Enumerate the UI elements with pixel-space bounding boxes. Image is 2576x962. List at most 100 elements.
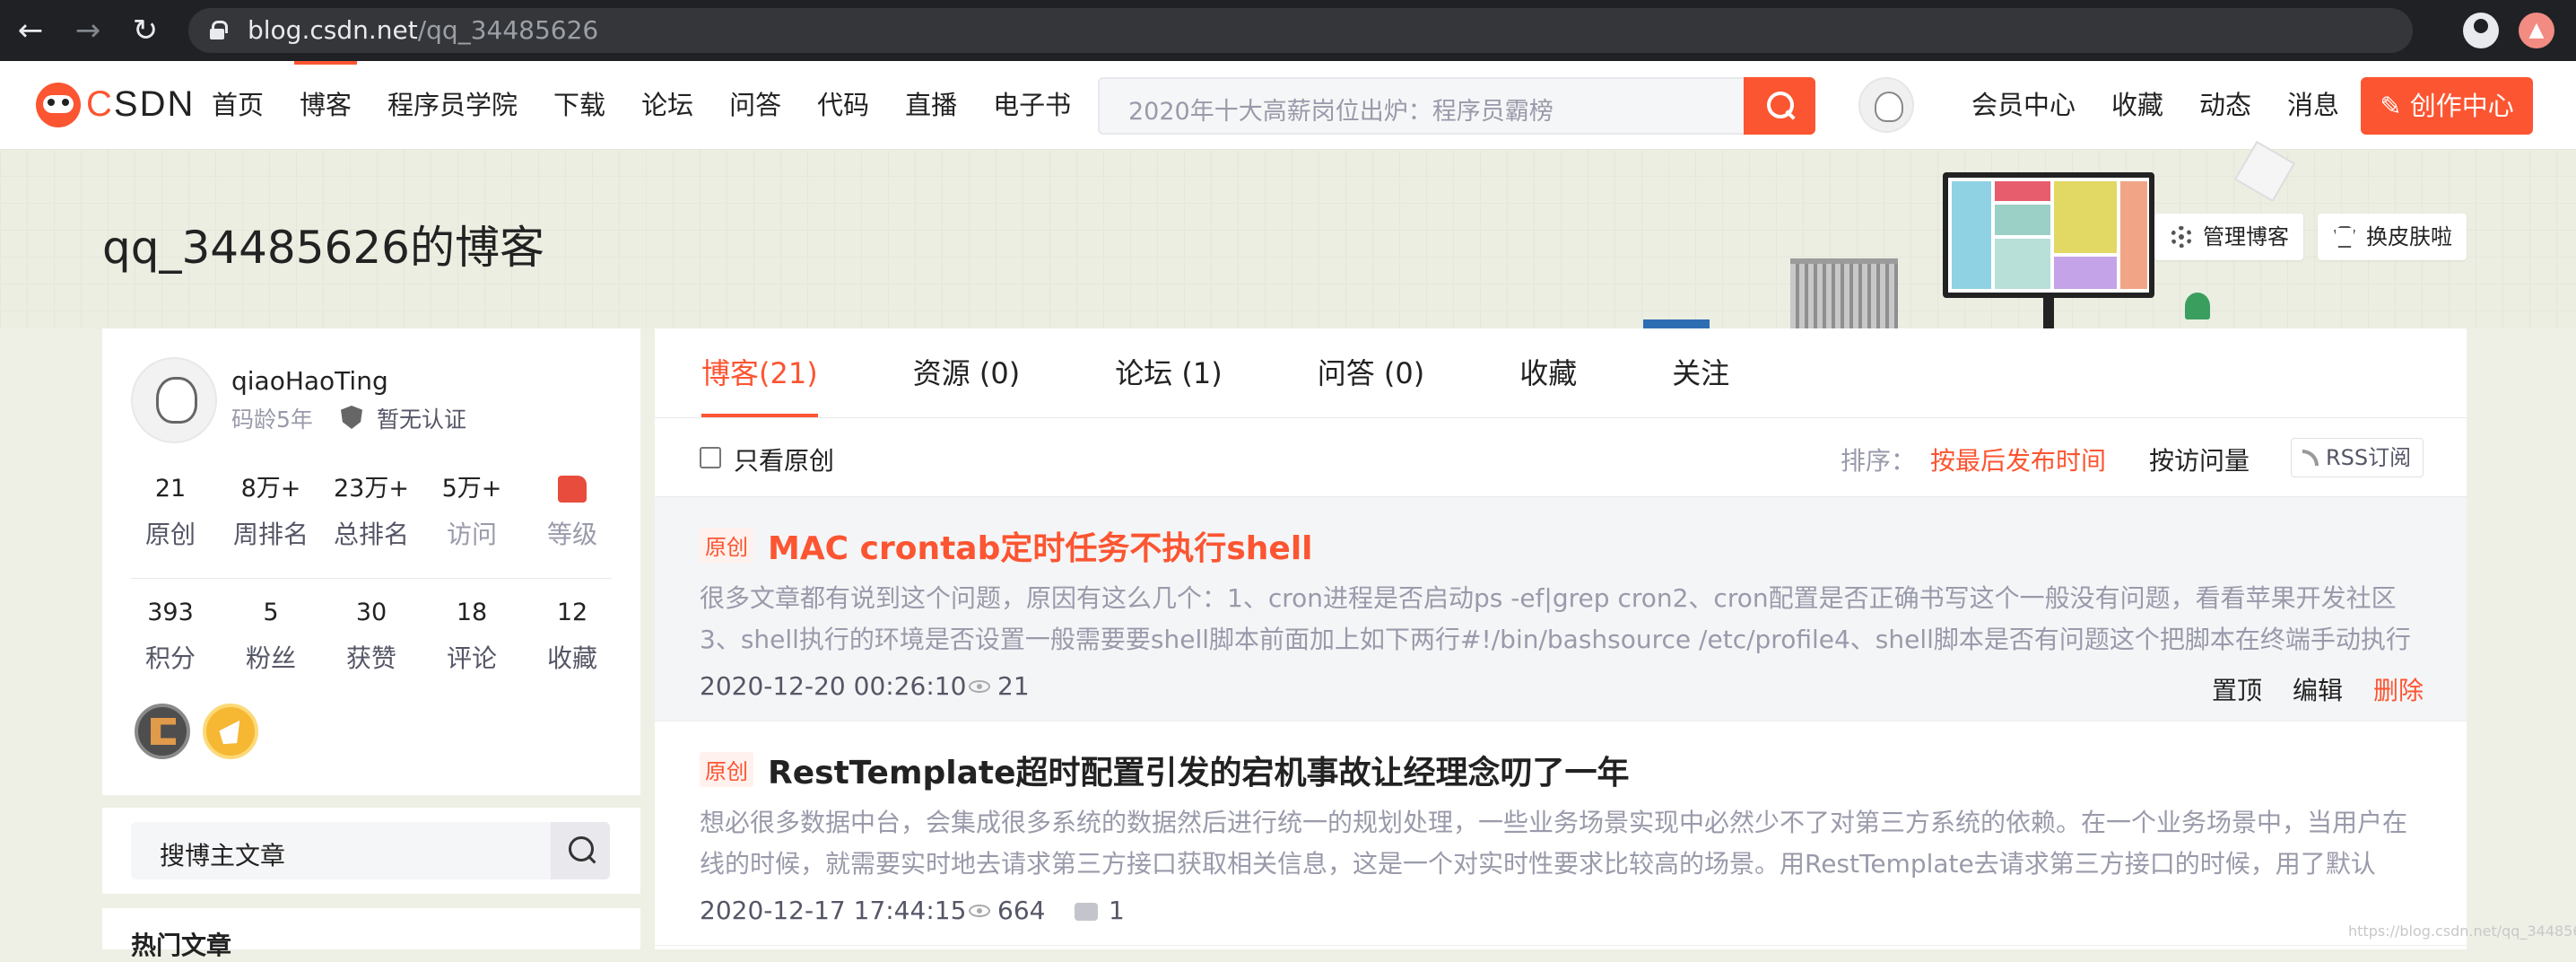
content-tab[interactable]: 博客(21): [701, 328, 818, 417]
nav-item[interactable]: 博客: [294, 61, 358, 149]
back-icon[interactable]: ←: [13, 13, 48, 48]
stat-item[interactable]: 30 获赞: [321, 596, 422, 675]
nav-item[interactable]: 直播: [905, 61, 957, 149]
only-original-label[interactable]: 只看原创: [734, 442, 834, 477]
stat-item[interactable]: 12 收藏: [522, 596, 622, 675]
writer-badge-icon[interactable]: [203, 704, 258, 759]
comment-icon: [1075, 903, 1098, 921]
content-tab[interactable]: 论坛 (1): [1115, 328, 1223, 417]
profile-card: qiaoHaoTing 码龄5年 暂无认证 21 原创 8万+ 周排名 23万+ 总排名 5…: [102, 328, 640, 795]
author-search[interactable]: 搜博主文章: [131, 822, 610, 879]
author-search-card: 搜博主文章: [102, 808, 640, 894]
stat-label: 等级: [546, 520, 597, 549]
article-item[interactable]: 原创 MAC crontab定时任务不执行shell 很多文章都有说到这个问题，…: [655, 497, 2467, 722]
site-search[interactable]: 2020年十大高薪岗位出炉：程序员霸榜: [1098, 77, 1815, 135]
create-center-button[interactable]: ✎ 创作中心: [2361, 77, 2533, 135]
manage-blog-button[interactable]: 管理博客: [2154, 214, 2303, 260]
article-title[interactable]: RestTemplate超时配置引发的宕机事故让经理念叨了一年: [768, 747, 1630, 793]
content-tabs: 博客(21) 资源 (0) 论坛 (1) 问答 (0) 收藏 关注: [655, 328, 2467, 418]
nav-item[interactable]: 程序员学院: [387, 61, 518, 149]
content-tab[interactable]: 收藏: [1519, 328, 1577, 417]
blog-title: qq_34485626的博客: [102, 222, 544, 274]
site-header: CSDN 首页 博客 程序员学院 下载 论坛 问答 代码 直播 电子书 2020年十大高薪岗位出…: [0, 61, 2576, 149]
shirt-icon: [2334, 226, 2355, 248]
nav-item[interactable]: 代码: [817, 61, 869, 149]
sort-by-views[interactable]: 按访问量: [2149, 442, 2250, 477]
level-icon: [558, 476, 587, 503]
header-link[interactable]: 收藏: [2111, 61, 2163, 149]
stat-item[interactable]: 18 评论: [422, 596, 522, 675]
lock-icon: [210, 21, 228, 39]
extension-icon[interactable]: ▲: [2519, 13, 2554, 48]
article-summary[interactable]: 想必很多数据中台，会集成很多系统的数据然后进行统一的规划处理，一些业务场景实现中…: [700, 802, 2422, 885]
stats-row-1: 21 原创 8万+ 周排名 23万+ 总排名 5万+ 访问 等级: [102, 472, 640, 551]
reload-icon[interactable]: ↻: [127, 13, 163, 48]
header-link[interactable]: 会员中心: [1971, 61, 2076, 149]
content-tab[interactable]: 资源 (0): [913, 328, 1021, 417]
shield-icon: [341, 406, 362, 429]
plant-illustration: [2185, 293, 2210, 319]
stat-value: [522, 472, 622, 506]
main-content: 博客(21) 资源 (0) 论坛 (1) 问答 (0) 收藏 关注 只看原创 排序： 按最…: [655, 328, 2467, 949]
gear-icon: [2171, 226, 2192, 248]
stat-value: 30: [355, 599, 387, 626]
pin-button[interactable]: 置顶: [2212, 671, 2262, 707]
certification-status: 暂无认证: [341, 402, 466, 434]
stat-value: 12: [556, 599, 588, 626]
rss-button[interactable]: RSS订阅: [2291, 438, 2424, 477]
nav-item[interactable]: 电子书: [993, 61, 1071, 149]
sort-by-date[interactable]: 按最后发布时间: [1930, 442, 2106, 477]
nav-item[interactable]: 问答: [729, 61, 781, 149]
user-avatar[interactable]: [1858, 77, 1914, 133]
header-link[interactable]: 消息: [2287, 61, 2339, 149]
author-search-input[interactable]: 搜博主文章: [160, 836, 285, 872]
profile-icon[interactable]: [2463, 13, 2499, 48]
decor-bar: [1643, 319, 1710, 328]
monitor-stand: [2043, 298, 2054, 328]
content-tab[interactable]: 关注: [1672, 328, 1729, 417]
stat-item[interactable]: 5 粉丝: [221, 596, 321, 675]
stat-label: 粉丝: [245, 643, 296, 673]
url-text[interactable]: blog.csdn.net/qq_34485626: [248, 15, 598, 45]
article-actions: 置顶 编辑 删除: [2181, 671, 2424, 707]
comment-count: 1: [1075, 896, 1125, 925]
article-title[interactable]: MAC crontab定时任务不执行shell: [768, 522, 1313, 569]
stat-item[interactable]: 393 积分: [120, 596, 221, 675]
username[interactable]: qiaoHaoTing: [231, 366, 388, 396]
stat-label: 获赞: [345, 643, 396, 673]
eye-icon: [969, 680, 990, 693]
stat-item[interactable]: 8万+ 周排名: [221, 472, 321, 551]
persistence-badge-icon[interactable]: [135, 704, 190, 759]
header-link[interactable]: 动态: [2199, 61, 2251, 149]
view-count: 664: [969, 896, 1045, 925]
monitor-illustration: [1943, 172, 2154, 298]
delete-button[interactable]: 删除: [2373, 671, 2424, 707]
only-original-checkbox[interactable]: [700, 447, 721, 468]
article-date: 2020-12-17 17:44:15: [700, 896, 967, 925]
change-skin-button[interactable]: 换皮肤啦: [2318, 214, 2467, 260]
nav-item[interactable]: 下载: [553, 61, 605, 149]
stat-item[interactable]: 23万+ 总排名: [321, 472, 422, 551]
stat-item[interactable]: 5万+ 访问: [422, 472, 522, 551]
csdn-logo[interactable]: CSDN: [36, 83, 193, 129]
stat-item[interactable]: 21 原创: [120, 472, 221, 551]
eye-icon: [969, 905, 990, 917]
edit-button[interactable]: 编辑: [2293, 671, 2343, 707]
search-input[interactable]: 2020年十大高薪岗位出炉：程序员霸榜: [1128, 92, 1553, 127]
search-icon[interactable]: [551, 822, 610, 879]
search-icon[interactable]: [1744, 77, 1815, 135]
nav-item[interactable]: 论坛: [641, 61, 693, 149]
stat-label: 积分: [144, 643, 196, 673]
header-links: 会员中心 收藏 动态 消息: [1971, 61, 2375, 149]
address-bar[interactable]: blog.csdn.net/qq_34485626 ☆: [188, 8, 2413, 53]
stat-item[interactable]: 等级: [522, 472, 622, 551]
stat-label: 原创: [144, 520, 196, 549]
article-summary[interactable]: 很多文章都有说到这个问题，原因有这么几个：1、cron进程是否启动ps -ef|…: [700, 578, 2422, 660]
profile-avatar[interactable]: [131, 357, 217, 443]
content-tab[interactable]: 问答 (0): [1318, 328, 1425, 417]
stat-label: 周排名: [232, 520, 309, 549]
forward-icon[interactable]: →: [70, 13, 106, 48]
nav-item[interactable]: 首页: [212, 61, 264, 149]
article-item[interactable]: 原创 RestTemplate超时配置引发的宕机事故让经理念叨了一年 想必很多数…: [655, 722, 2467, 946]
article-date: 2020-12-20 00:26:10: [700, 671, 967, 701]
